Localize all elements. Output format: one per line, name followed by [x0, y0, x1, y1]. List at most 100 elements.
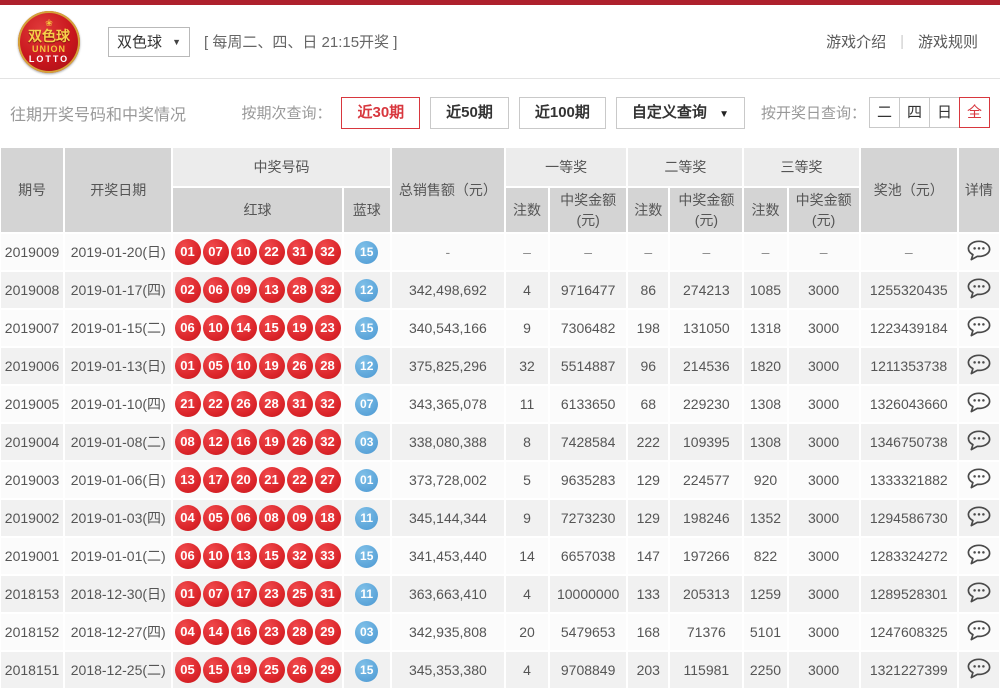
cell-issue: 2019003 [1, 462, 63, 498]
cell-detail [959, 652, 999, 688]
period-button-近100期[interactable]: 近100期 [519, 97, 606, 129]
cell-prize2-amount: 115981 [670, 652, 742, 688]
cell-prize3-count: 5101 [744, 614, 786, 650]
cell-red-balls: 061013153233 [173, 538, 341, 574]
table-row: 20181532018-12-30(日)01071723253111363,66… [1, 576, 999, 612]
red-ball: 15 [203, 657, 229, 683]
detail-comment-icon[interactable] [967, 430, 991, 451]
day-button-二[interactable]: 二 [869, 97, 900, 128]
cell-prize3-amount: 3000 [789, 310, 859, 346]
cell-detail [959, 462, 999, 498]
cell-pool: 1223439184 [861, 310, 957, 346]
period-query-label: 按期次查询： [241, 102, 331, 123]
detail-comment-icon[interactable] [967, 544, 991, 565]
cell-prize2-count: 168 [628, 614, 668, 650]
red-ball: 10 [203, 315, 229, 341]
cell-prize1-count: 20 [506, 614, 548, 650]
table-row: 20190092019-01-20(日)01071022313215-–––––… [1, 234, 999, 270]
col-header-prize1: 一等奖 [506, 148, 626, 186]
table-row: 20190012019-01-01(二)06101315323315341,45… [1, 538, 999, 574]
table-header: 期号 开奖日期 中奖号码 总销售额（元） 一等奖 二等奖 三等奖 奖池（元） 详… [1, 148, 999, 232]
page: ❀ 双色球 UNION LOTTO 双色球 ▼ [ 每周二、四、日 21:15开… [0, 0, 1000, 689]
detail-comment-icon[interactable] [967, 506, 991, 527]
draw-schedule-text: [ 每周二、四、日 21:15开奖 ] [204, 31, 397, 52]
day-button-日[interactable]: 日 [929, 97, 960, 128]
red-ball: 21 [259, 467, 285, 493]
red-ball: 05 [203, 353, 229, 379]
nav-game-intro-link[interactable]: 游戏介绍 [826, 31, 886, 52]
cell-detail [959, 576, 999, 612]
cell-issue: 2019008 [1, 272, 63, 308]
results-table: 期号 开奖日期 中奖号码 总销售额（元） 一等奖 二等奖 三等奖 奖池（元） 详… [0, 146, 1001, 689]
cell-prize2-amount: 224577 [670, 462, 742, 498]
cell-sales: 343,365,078 [392, 386, 504, 422]
cell-prize3-count: 1308 [744, 424, 786, 460]
cell-date: 2018-12-30(日) [65, 576, 171, 612]
detail-comment-icon[interactable] [967, 658, 991, 679]
blue-ball: 11 [355, 583, 378, 606]
col-header-amount1: 中奖金额(元) [550, 188, 626, 232]
red-ball: 01 [175, 581, 201, 607]
cell-prize2-amount: 197266 [670, 538, 742, 574]
cell-pool: 1294586730 [861, 500, 957, 536]
cell-detail [959, 310, 999, 346]
cell-date: 2019-01-15(二) [65, 310, 171, 346]
period-button-近50期[interactable]: 近50期 [430, 97, 509, 129]
table-row: 20190072019-01-15(二)06101415192315340,54… [1, 310, 999, 346]
red-ball: 06 [175, 315, 201, 341]
cell-prize3-count: 2250 [744, 652, 786, 688]
nav-game-rules-link[interactable]: 游戏规则 [918, 31, 978, 52]
cell-prize2-count: 86 [628, 272, 668, 308]
cell-detail [959, 614, 999, 650]
cell-sales: 345,144,344 [392, 500, 504, 536]
custom-query-dropdown[interactable]: 自定义查询 ▼ [616, 97, 745, 129]
lottery-select-dropdown[interactable]: 双色球 ▼ [108, 27, 190, 57]
cell-pool: 1247608325 [861, 614, 957, 650]
col-header-amount3: 中奖金额(元) [789, 188, 859, 232]
detail-comment-icon[interactable] [967, 582, 991, 603]
day-buttons: 二四日全 [870, 97, 990, 128]
cell-red-balls: 081216192632 [173, 424, 341, 460]
red-ball: 01 [175, 239, 201, 265]
cell-red-balls: 212226283132 [173, 386, 341, 422]
table-row: 20190032019-01-06(日)13172021222701373,72… [1, 462, 999, 498]
cell-prize3-count: 1318 [744, 310, 786, 346]
day-button-四[interactable]: 四 [899, 97, 930, 128]
detail-comment-icon[interactable] [967, 316, 991, 337]
cell-detail [959, 272, 999, 308]
cell-issue: 2019006 [1, 348, 63, 384]
period-button-近30期[interactable]: 近30期 [341, 97, 420, 129]
cell-prize2-amount: 205313 [670, 576, 742, 612]
logo-lotto: LOTTO [29, 55, 69, 64]
red-ball: 31 [315, 581, 341, 607]
detail-comment-icon[interactable] [967, 240, 991, 261]
table-row: 20190062019-01-13(日)01051019262812375,82… [1, 348, 999, 384]
detail-comment-icon[interactable] [967, 620, 991, 641]
cell-date: 2019-01-08(二) [65, 424, 171, 460]
red-ball: 06 [203, 277, 229, 303]
blue-ball: 11 [355, 507, 378, 530]
col-header-prize2: 二等奖 [628, 148, 742, 186]
cell-prize1-count: 4 [506, 576, 548, 612]
cell-sales: 345,353,380 [392, 652, 504, 688]
cell-issue: 2018153 [1, 576, 63, 612]
cell-prize2-amount: 274213 [670, 272, 742, 308]
detail-comment-icon[interactable] [967, 468, 991, 489]
detail-comment-icon[interactable] [967, 354, 991, 375]
day-button-全[interactable]: 全 [959, 97, 990, 128]
detail-comment-icon[interactable] [967, 392, 991, 413]
cell-sales: 342,935,808 [392, 614, 504, 650]
red-ball: 20 [231, 467, 257, 493]
red-ball: 13 [231, 543, 257, 569]
red-ball: 07 [203, 239, 229, 265]
cell-detail [959, 234, 999, 270]
cell-issue: 2018151 [1, 652, 63, 688]
nav-divider: | [900, 33, 904, 50]
cell-prize3-amount: 3000 [789, 500, 859, 536]
cell-issue: 2019002 [1, 500, 63, 536]
cell-red-balls: 010717232531 [173, 576, 341, 612]
detail-comment-icon[interactable] [967, 278, 991, 299]
red-ball: 22 [203, 391, 229, 417]
cell-prize2-amount: 214536 [670, 348, 742, 384]
cell-prize3-amount: 3000 [789, 576, 859, 612]
